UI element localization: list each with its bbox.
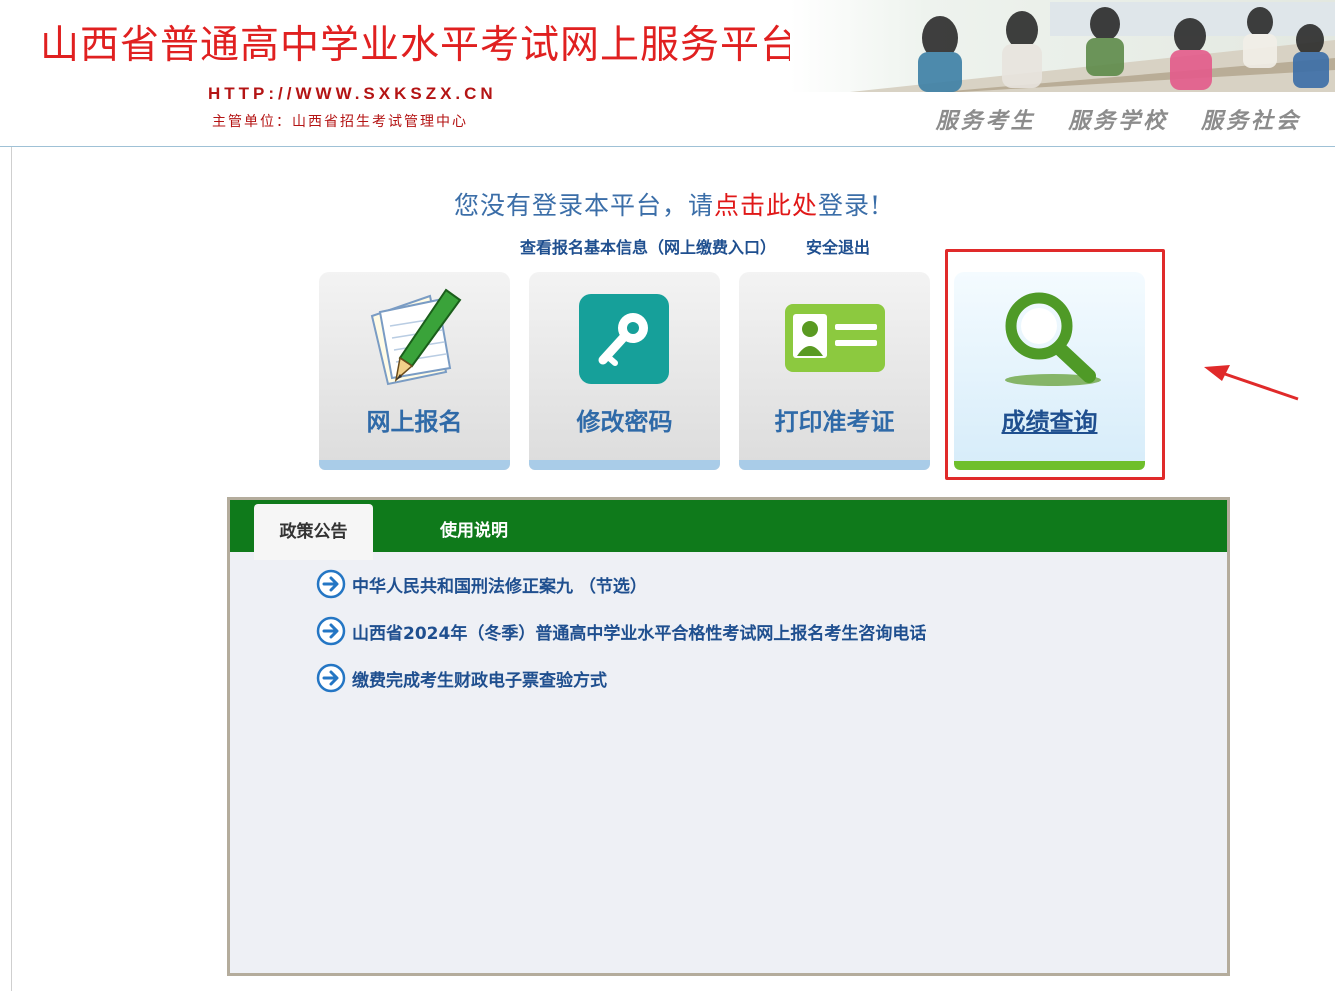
annotation-highlight-box bbox=[945, 249, 1165, 480]
slogans: 服务考生 服务学校 服务社会 bbox=[914, 103, 1301, 135]
site-title: 山西省普通高中学业水平考试网上服务平台 bbox=[40, 23, 801, 68]
login-suffix: 登录! bbox=[817, 191, 882, 220]
tile-online-registration[interactable]: 网上报名 bbox=[319, 272, 510, 470]
key-icon bbox=[529, 286, 720, 390]
logout-link[interactable]: 安全退出 bbox=[806, 238, 870, 257]
tile-label: 网上报名 bbox=[366, 408, 463, 436]
news-item[interactable]: 缴费完成考生财政电子票查验方式 bbox=[316, 663, 926, 713]
slogan-3: 服务社会 bbox=[1200, 108, 1301, 134]
news-title: 中华人民共和国刑法修正案九 （节选） bbox=[352, 577, 647, 597]
login-notice: 您没有登录本平台，请点击此处登录! bbox=[0, 186, 1335, 222]
id-card-icon bbox=[739, 286, 930, 390]
tab-usage-instructions[interactable]: 使用说明 bbox=[440, 516, 508, 541]
news-title: 缴费完成考生财政电子票查验方式 bbox=[352, 671, 607, 691]
tile-print-admission-ticket[interactable]: 打印准考证 bbox=[739, 272, 930, 470]
news-list: 中华人民共和国刑法修正案九 （节选） 山西省2024年（冬季）普通高中学业水平合… bbox=[316, 569, 927, 713]
news-item[interactable]: 山西省2024年（冬季）普通高中学业水平合格性考试网上报名考生咨询电话 bbox=[316, 616, 927, 666]
site-org: 主管单位：山西省招生考试管理中心 bbox=[212, 114, 468, 130]
arrow-circle-icon bbox=[316, 569, 346, 599]
exam-room-photo-banner bbox=[790, 0, 1335, 92]
notice-panel: 政策公告 使用说明 中华人民共和国刑法修正案九 （节选） 山西省2024年（冬季… bbox=[227, 497, 1230, 976]
tile-label: 修改密码 bbox=[576, 408, 673, 436]
tile-change-password[interactable]: 修改密码 bbox=[529, 272, 720, 470]
arrow-circle-icon bbox=[316, 616, 346, 646]
login-prefix: 您没有登录本平台，请 bbox=[453, 191, 714, 220]
slogan-2: 服务学校 bbox=[1068, 108, 1169, 134]
news-item[interactable]: 中华人民共和国刑法修正案九 （节选） bbox=[316, 569, 926, 619]
pencil-paper-icon bbox=[319, 286, 510, 390]
annotation-arrow-icon bbox=[1204, 365, 1299, 401]
site-url: HTTP://WWW.SXKSZX.CN bbox=[208, 84, 497, 103]
news-title: 山西省2024年（冬季）普通高中学业水平合格性考试网上报名考生咨询电话 bbox=[352, 624, 927, 644]
login-link[interactable]: 点击此处 bbox=[714, 191, 818, 220]
account-links: 查看报名基本信息（网上缴费入口） 安全退出 bbox=[520, 234, 870, 258]
panel-tab-bar: 政策公告 使用说明 bbox=[230, 500, 1227, 560]
site-header: 山西省普通高中学业水平考试网上服务平台 HTTP://WWW.SXKSZX.CN… bbox=[0, 0, 1335, 147]
page-left-rule bbox=[11, 145, 12, 991]
view-info-link[interactable]: 查看报名基本信息（网上缴费入口） bbox=[520, 238, 776, 257]
tile-label: 打印准考证 bbox=[774, 408, 895, 436]
slogan-1: 服务考生 bbox=[935, 108, 1036, 134]
tab-policy-notices[interactable]: 政策公告 bbox=[254, 504, 373, 560]
arrow-circle-icon bbox=[316, 663, 346, 693]
